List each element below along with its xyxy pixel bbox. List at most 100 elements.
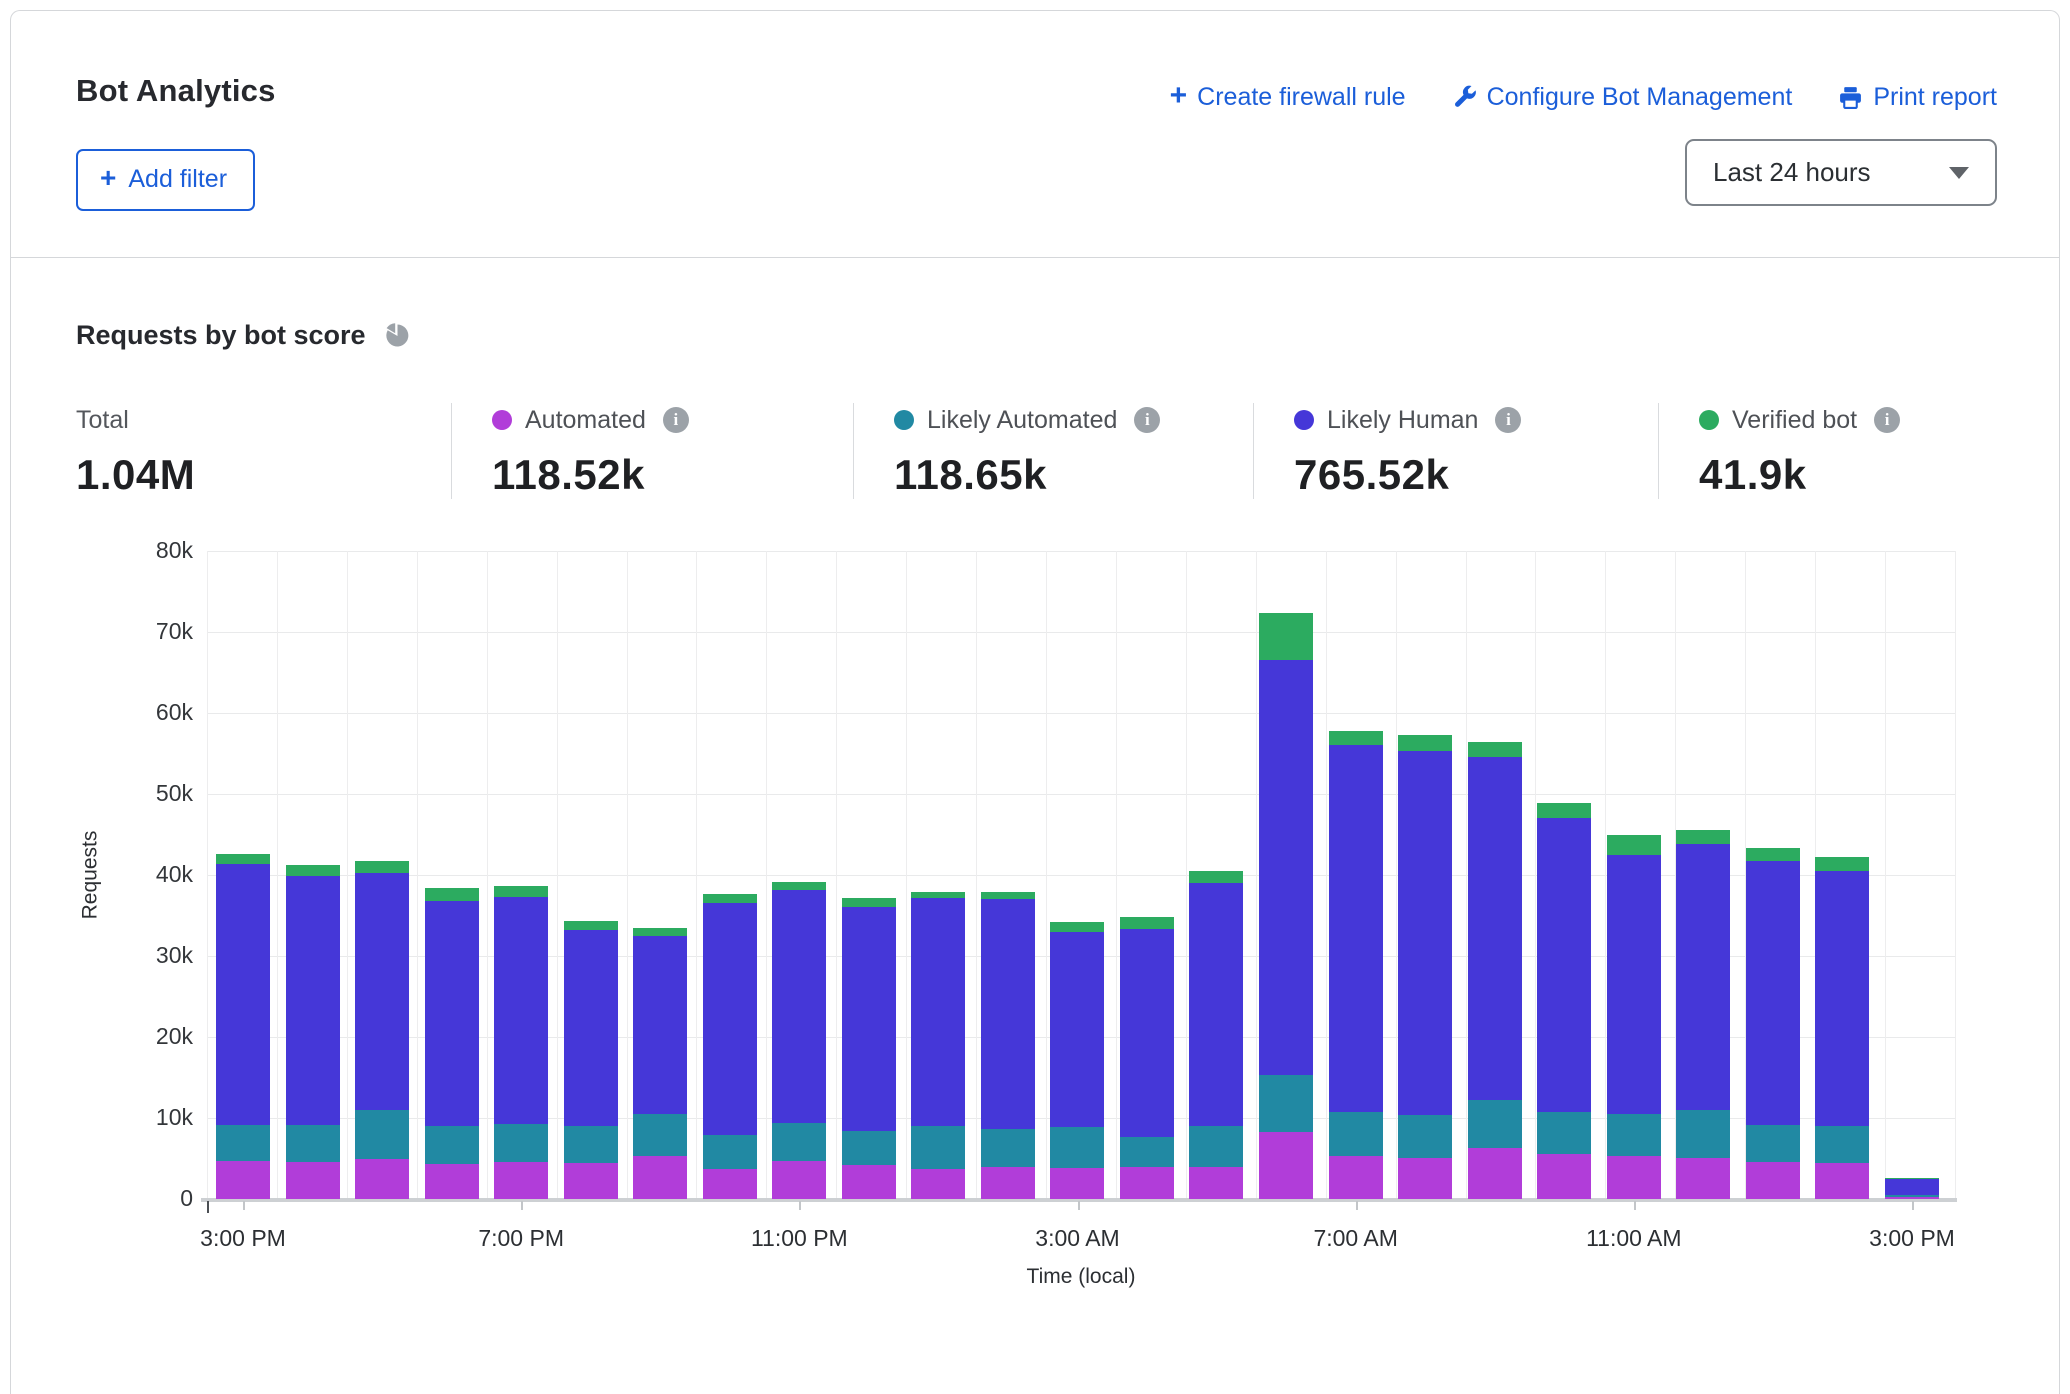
bar-segment-likely-human[interactable] [842,907,896,1131]
time-range-select[interactable]: Last 24 hours [1685,139,1997,206]
info-icon[interactable] [1134,407,1160,433]
create-firewall-rule-link[interactable]: Create firewall rule [1170,83,1406,112]
bar-segment-likely-human[interactable] [1398,751,1452,1115]
info-icon[interactable] [663,407,689,433]
bar-segment-automated[interactable] [633,1156,687,1199]
bar-segment-automated[interactable] [1746,1162,1800,1199]
bar-segment-automated[interactable] [286,1162,340,1199]
bar-segment-verified-bot[interactable] [1120,917,1174,928]
bar-700am[interactable] [1329,731,1383,1199]
bar-segment-likely-automated[interactable] [1259,1075,1313,1132]
bar-700pm[interactable] [494,886,548,1199]
bar-segment-likely-automated[interactable] [911,1126,965,1169]
bar-segment-verified-bot[interactable] [772,882,826,891]
bar-segment-verified-bot[interactable] [633,928,687,936]
bar-segment-likely-automated[interactable] [1398,1115,1452,1158]
bar-300am[interactable] [1050,922,1104,1199]
bar-900am[interactable] [1468,742,1522,1199]
bar-segment-automated[interactable] [216,1161,270,1199]
bar-segment-likely-automated[interactable] [1676,1110,1730,1158]
bar-segment-likely-human[interactable] [911,898,965,1126]
bar-segment-likely-human[interactable] [981,899,1035,1129]
bar-segment-likely-human[interactable] [494,897,548,1124]
bar-segment-likely-automated[interactable] [1537,1112,1591,1154]
bar-400pm[interactable] [286,865,340,1199]
bar-segment-likely-automated[interactable] [1120,1137,1174,1168]
bar-segment-likely-human[interactable] [703,903,757,1135]
bar-segment-automated[interactable] [1398,1158,1452,1199]
bar-segment-likely-automated[interactable] [1468,1100,1522,1148]
bar-segment-automated[interactable] [1259,1132,1313,1199]
bar-segment-likely-automated[interactable] [564,1126,618,1163]
bar-segment-likely-human[interactable] [1468,757,1522,1100]
bar-segment-automated[interactable] [1120,1167,1174,1199]
info-icon[interactable] [1874,407,1900,433]
bar-segment-likely-human[interactable] [1329,745,1383,1111]
bar-500am[interactable] [1189,871,1243,1199]
bar-segment-automated[interactable] [842,1165,896,1199]
bar-segment-likely-automated[interactable] [1050,1127,1104,1168]
bar-segment-automated[interactable] [1189,1167,1243,1199]
bar-segment-likely-automated[interactable] [703,1135,757,1169]
bar-segment-likely-human[interactable] [216,864,270,1125]
bar-segment-likely-automated[interactable] [1746,1125,1800,1162]
bar-1100pm[interactable] [772,882,826,1200]
bar-segment-likely-human[interactable] [355,873,409,1110]
bar-600am[interactable] [1259,613,1313,1199]
bar-segment-likely-human[interactable] [633,936,687,1114]
bar-segment-verified-bot[interactable] [1259,613,1313,660]
bar-segment-likely-human[interactable] [1885,1179,1939,1195]
bar-1000am[interactable] [1537,803,1591,1199]
bar-segment-likely-human[interactable] [1120,929,1174,1137]
bar-1100am[interactable] [1607,835,1661,1199]
bar-segment-likely-human[interactable] [772,890,826,1122]
bar-800pm[interactable] [564,921,618,1199]
bar-segment-likely-human[interactable] [1815,871,1869,1126]
bar-segment-verified-bot[interactable] [981,892,1035,899]
bar-segment-likely-human[interactable] [425,901,479,1126]
bar-segment-verified-bot[interactable] [1746,848,1800,861]
bar-segment-likely-automated[interactable] [1189,1126,1243,1167]
bar-segment-automated[interactable] [1468,1148,1522,1199]
bar-200pm[interactable] [1815,857,1869,1199]
bar-segment-likely-automated[interactable] [842,1131,896,1165]
add-filter-button[interactable]: Add filter [76,149,255,211]
bar-segment-automated[interactable] [425,1164,479,1199]
bar-segment-verified-bot[interactable] [1607,835,1661,855]
bar-segment-verified-bot[interactable] [425,888,479,901]
bar-segment-verified-bot[interactable] [703,894,757,904]
bar-segment-likely-automated[interactable] [355,1110,409,1159]
bar-segment-likely-human[interactable] [564,930,618,1126]
bar-segment-likely-human[interactable] [1537,818,1591,1111]
bar-segment-likely-automated[interactable] [981,1129,1035,1167]
bar-segment-verified-bot[interactable] [355,861,409,873]
bar-segment-verified-bot[interactable] [286,865,340,876]
bar-segment-automated[interactable] [1676,1158,1730,1199]
bar-segment-likely-automated[interactable] [633,1114,687,1156]
bar-500pm[interactable] [355,861,409,1199]
bar-segment-likely-automated[interactable] [772,1123,826,1161]
bar-segment-automated[interactable] [1607,1156,1661,1199]
bar-segment-verified-bot[interactable] [1537,803,1591,818]
bar-segment-verified-bot[interactable] [842,898,896,908]
bar-segment-automated[interactable] [1885,1197,1939,1199]
bar-segment-likely-automated[interactable] [1607,1114,1661,1156]
bar-segment-automated[interactable] [1537,1154,1591,1199]
bar-segment-likely-human[interactable] [1259,660,1313,1075]
bar-segment-likely-human[interactable] [1746,861,1800,1124]
bar-segment-automated[interactable] [1815,1163,1869,1199]
bar-100pm[interactable] [1746,848,1800,1199]
bar-segment-automated[interactable] [703,1169,757,1199]
bar-segment-automated[interactable] [564,1163,618,1199]
print-report-link[interactable]: Print report [1838,83,1997,112]
bar-segment-likely-human[interactable] [1050,932,1104,1127]
bar-segment-automated[interactable] [494,1162,548,1199]
bar-segment-verified-bot[interactable] [1676,830,1730,844]
bar-800am[interactable] [1398,735,1452,1199]
bar-segment-verified-bot[interactable] [564,921,618,930]
bar-600pm[interactable] [425,888,479,1199]
bar-segment-likely-human[interactable] [286,876,340,1125]
bar-segment-automated[interactable] [1329,1156,1383,1199]
bar-segment-likely-automated[interactable] [1329,1112,1383,1157]
bar-1000pm[interactable] [703,894,757,1199]
